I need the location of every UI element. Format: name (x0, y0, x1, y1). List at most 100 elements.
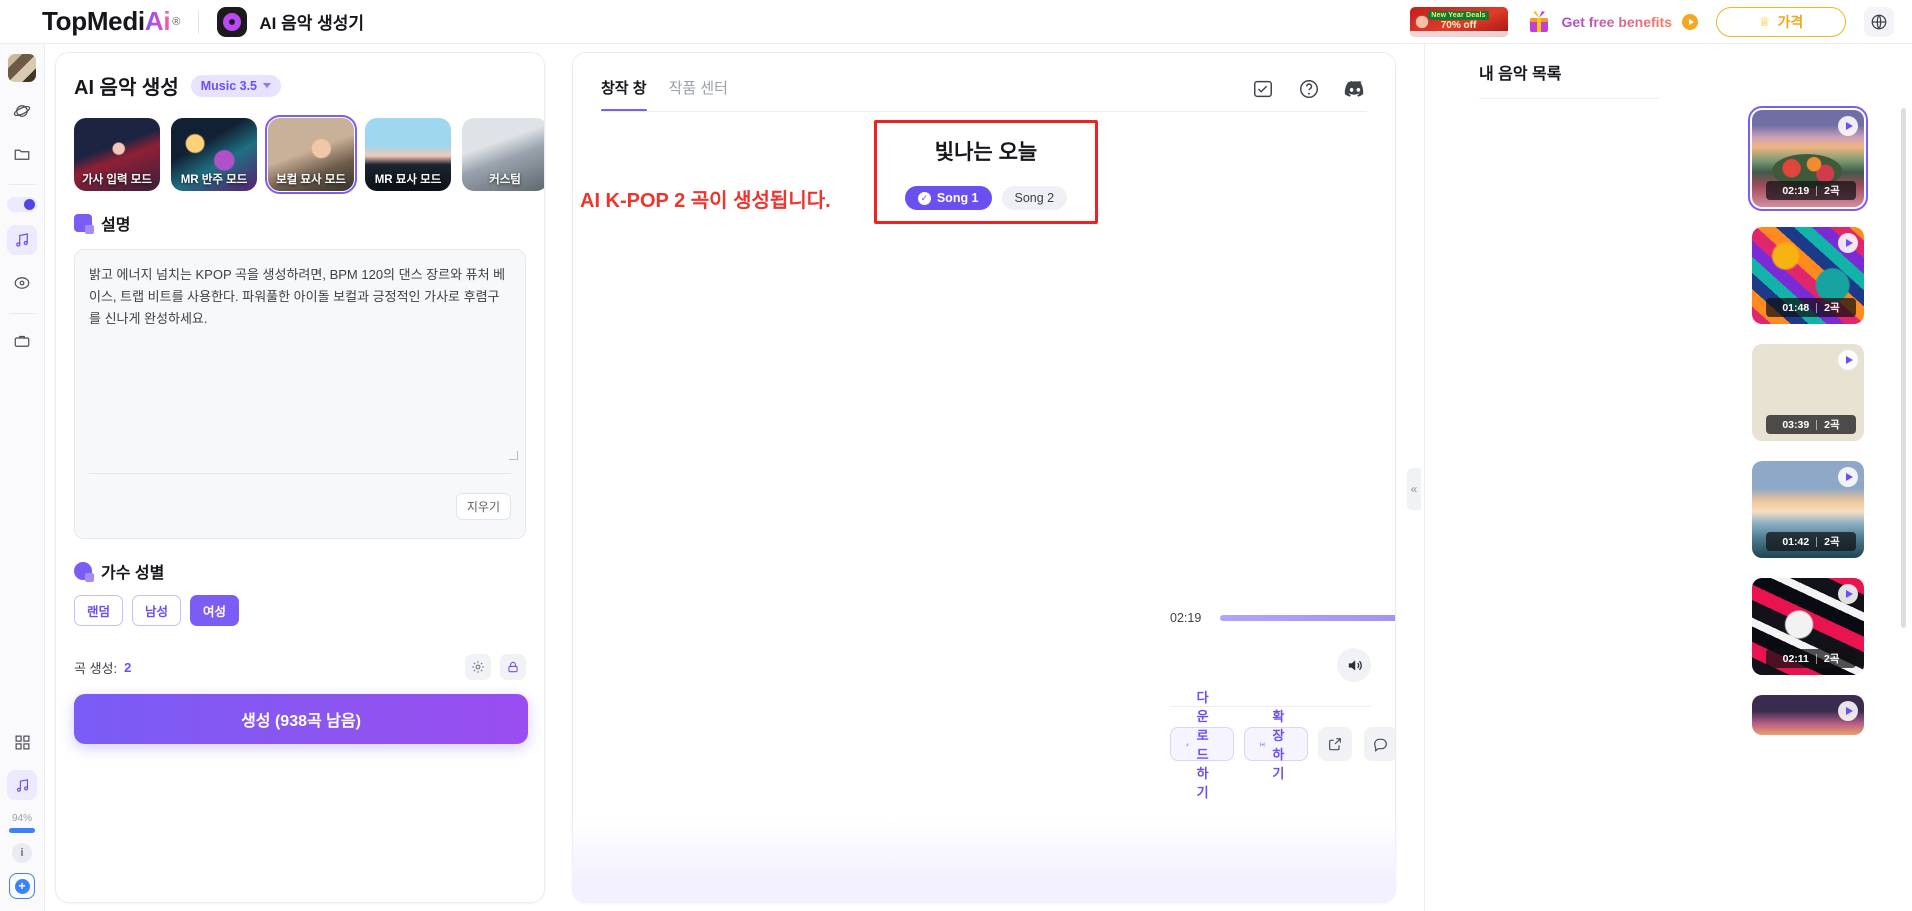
mode-label: 보컬 묘사 모드 (276, 174, 346, 186)
rail-item-folder[interactable] (7, 139, 37, 169)
mode-card-vocal-description[interactable]: 보컬 묘사 모드 (265, 115, 357, 194)
song-count-row: 곡 생성: 2 (74, 654, 526, 680)
comment-button[interactable] (1363, 727, 1395, 761)
rail-divider (9, 184, 35, 185)
settings-button[interactable] (465, 654, 491, 680)
mode-card-mr-accompaniment[interactable]: MR 반주 모드 (171, 118, 257, 191)
rail-item-quota-music[interactable] (7, 770, 37, 800)
mode-card-mr-description[interactable]: MR 묘사 모드 (365, 118, 451, 191)
brand-logo[interactable]: TopMedi Ai ® (42, 6, 180, 37)
description-input[interactable]: 밝고 에너지 넘치는 KPOP 곡을 생성하려면, BPM 120의 댄스 장르… (74, 249, 526, 539)
list-item[interactable] (1752, 695, 1864, 735)
rail-bottom-group: 94% i + (7, 727, 37, 911)
disc-icon (14, 277, 30, 289)
list-item-duration: 03:39 (1782, 418, 1810, 431)
list-item-duration: 02:11 (1782, 652, 1809, 665)
song-variant-1[interactable]: ✓ Song 1 (904, 186, 992, 210)
description-divider (89, 473, 511, 474)
bottom-action-bar: 다운로드하기 확장하기 (1170, 690, 1395, 800)
my-music-title: 내 음악 목록 (1479, 66, 1562, 83)
play-icon[interactable] (1838, 350, 1858, 370)
folder-icon (14, 149, 30, 160)
tab-bar-actions (1251, 77, 1367, 111)
song-variant-selector: ✓ Song 1 Song 2 (874, 186, 1098, 210)
description-icon (74, 214, 94, 234)
playback-progress: 02:19 02:19 (1170, 611, 1395, 625)
avatar[interactable] (8, 54, 36, 82)
list-item[interactable]: 01:42 2곡 (1752, 461, 1864, 558)
rail-item-apps[interactable] (7, 727, 37, 757)
lyrics-line: 눈부신 태양 아래 같이 반짝여 (1273, 558, 1395, 581)
share-button[interactable] (1317, 727, 1352, 761)
gender-option-random[interactable]: 랜덤 (74, 595, 124, 626)
my-music-scrollbar[interactable] (1901, 108, 1906, 628)
rail-toggle-switch[interactable] (7, 197, 37, 212)
list-item[interactable]: 02:11 2곡 (1752, 578, 1864, 675)
tab-creation[interactable]: 창작 창 (601, 77, 647, 112)
gear-icon (472, 661, 484, 673)
divider (198, 9, 200, 34)
brand-name-top: TopMedi (42, 6, 145, 36)
panel-header: AI 음악 생성 Music 3.5 (74, 71, 526, 100)
mode-label: MR 묘사 모드 (374, 174, 442, 186)
rail-item-music[interactable] (7, 225, 37, 255)
clear-button[interactable]: 지우기 (455, 493, 511, 520)
collapse-sidebar-handle[interactable]: « (1407, 468, 1421, 510)
language-button[interactable] (1864, 6, 1894, 37)
tab-works-center[interactable]: 작품 센터 (669, 77, 728, 112)
extend-button[interactable]: 확장하기 (1243, 709, 1308, 781)
pricing-button[interactable]: ♕ 가격 (1716, 6, 1846, 37)
rail-item-disc[interactable] (7, 268, 37, 298)
resize-handle-icon[interactable] (509, 451, 518, 460)
song-variant-2[interactable]: Song 2 (1001, 186, 1068, 210)
my-music-list: 02:19 2곡 01:48 2곡 03:39 2곡 01:42 2곡 02:1 (1748, 106, 1882, 755)
download-icon (1185, 742, 1189, 746)
song-count-label: 곡 생성: (74, 660, 118, 676)
list-item[interactable]: 03:39 2곡 (1752, 344, 1864, 441)
my-music-divider (1479, 98, 1659, 99)
gender-option-female[interactable]: 여성 (190, 595, 240, 626)
info-button[interactable]: i (12, 843, 32, 863)
planet-icon (13, 105, 31, 117)
generate-button[interactable]: 생성 (938곡 남음) (74, 694, 528, 744)
crown-icon: ♕ (1758, 13, 1771, 29)
play-icon[interactable] (1838, 584, 1858, 604)
rail-item-explore[interactable] (7, 96, 37, 126)
list-item-count: 2곡 (1823, 653, 1840, 665)
play-icon[interactable] (1838, 701, 1858, 721)
download-label: 다운로드하기 (1196, 690, 1209, 800)
pricing-label: 가격 (1777, 13, 1804, 30)
music-quota-icon (16, 778, 28, 792)
progress-slider[interactable] (1220, 615, 1395, 621)
play-icon[interactable] (1838, 467, 1858, 487)
play-icon[interactable] (1838, 116, 1858, 136)
app-logo-icon (217, 6, 248, 37)
mode-card-custom[interactable]: 커스텀 (462, 118, 544, 191)
model-version-label: Music 3.5 (200, 78, 257, 93)
get-free-benefits-button[interactable]: Get free benefits (1526, 9, 1698, 35)
discord-icon[interactable] (1343, 77, 1367, 101)
list-item[interactable]: 02:19 2곡 (1748, 106, 1868, 211)
promo-banner[interactable]: New Year Deals 70% off (1409, 6, 1508, 37)
download-button[interactable]: 다운로드하기 (1170, 690, 1234, 800)
song-count-actions (465, 654, 526, 680)
promo-line-2: 70% off (1440, 20, 1477, 31)
volume-button[interactable] (1337, 648, 1371, 682)
lock-button[interactable] (500, 654, 526, 680)
panel-bottom-fade (572, 818, 1396, 903)
list-item-count: 2곡 (1824, 536, 1840, 548)
list-item[interactable]: 01:48 2곡 (1752, 227, 1864, 324)
gender-option-male[interactable]: 남성 (132, 595, 182, 626)
chat-icon (1374, 738, 1387, 752)
rail-item-toolbox[interactable] (7, 326, 37, 356)
registered-mark: ® (172, 15, 181, 28)
gender-section-header: 가수 성별 (74, 559, 526, 583)
help-icon[interactable] (1297, 77, 1321, 101)
model-version-selector[interactable]: Music 3.5 (190, 74, 281, 97)
task-list-icon[interactable] (1251, 77, 1275, 101)
add-button[interactable]: + (9, 873, 35, 899)
mode-selector: 가사 입력 모드 MR 반주 모드 보컬 묘사 모드 MR 묘사 모드 커스텀 (74, 115, 544, 194)
mode-card-lyrics-input[interactable]: 가사 입력 모드 (74, 118, 160, 191)
annotation-note: AI K-POP 2 곡이 생성됩니다. (580, 190, 831, 212)
play-icon[interactable] (1838, 233, 1858, 253)
